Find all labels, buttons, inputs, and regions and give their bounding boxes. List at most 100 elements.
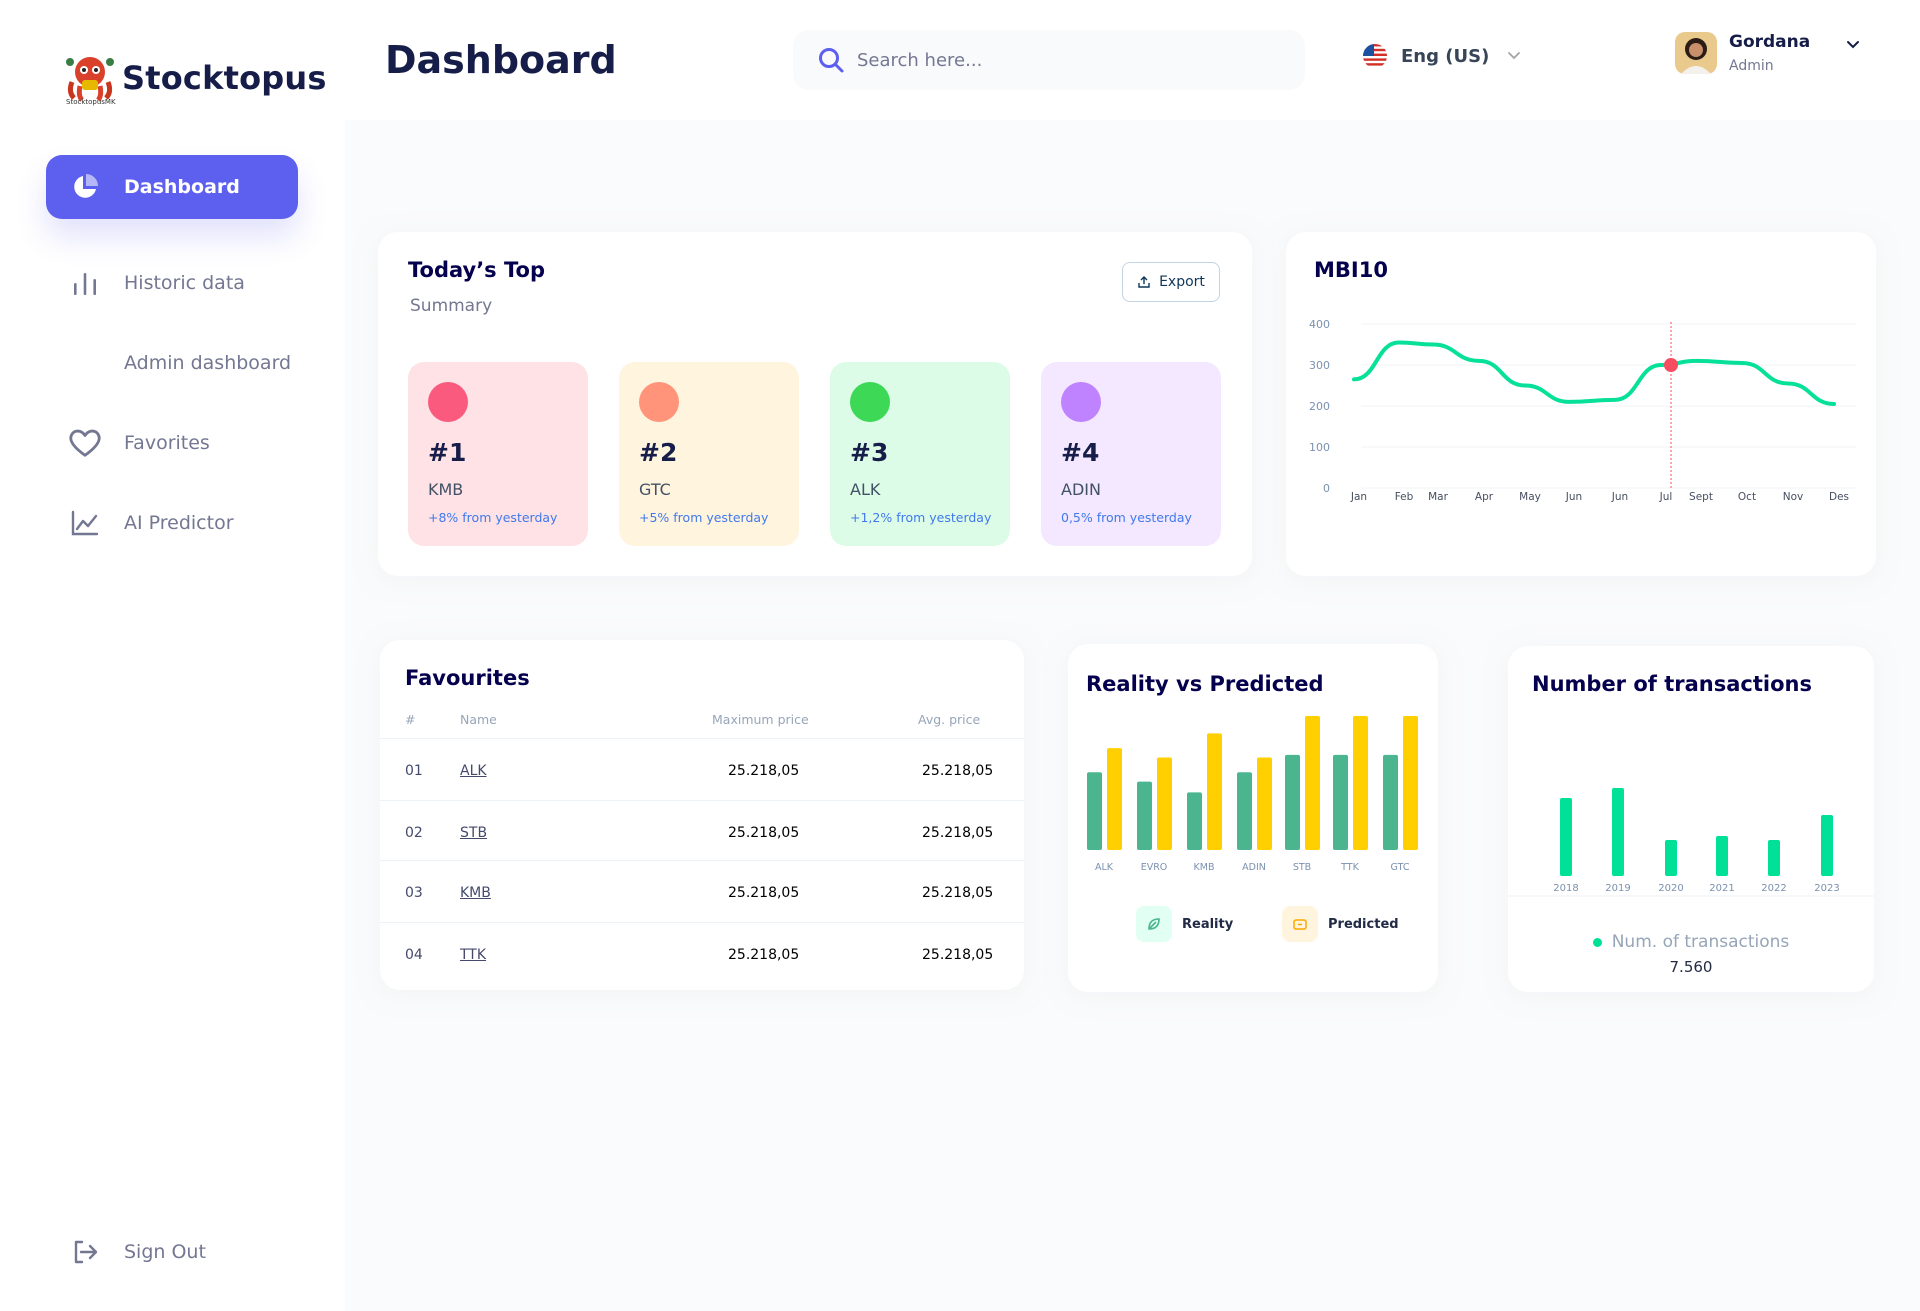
- language-label: Eng (US): [1401, 45, 1490, 67]
- stock-name: ALK: [850, 480, 881, 499]
- stock-delta: 0,5% from yesterday: [1061, 510, 1192, 525]
- mbi10-card: MBI10 0 100 200 300 400 Jan Feb Mar Apr May Jun Jun…: [1286, 232, 1876, 576]
- bar-predicted[interactable]: [1157, 757, 1172, 850]
- sidebar-item-dashboard[interactable]: Dashboard: [46, 155, 298, 219]
- x-tick-label: 2020: [1658, 883, 1683, 894]
- y-tick-label: 300: [1309, 359, 1330, 372]
- stock-link[interactable]: ALK: [460, 763, 487, 779]
- sign-out-button[interactable]: Sign Out: [46, 1220, 298, 1284]
- stock-link[interactable]: TTK: [460, 947, 486, 963]
- bar-transactions[interactable]: [1821, 815, 1833, 876]
- heart-icon: [68, 426, 102, 460]
- avg-price: 25.218,05: [922, 885, 994, 901]
- stock-dot-icon: [639, 382, 679, 422]
- column-header-avg-price: Avg. price: [918, 712, 981, 727]
- transactions-card: Number of transactions 2018 2019 2020 2021 2…: [1508, 646, 1874, 992]
- top-header: Dashboard Eng (US): [345, 0, 1920, 120]
- bar-predicted[interactable]: [1305, 716, 1320, 850]
- x-tick-label: 2023: [1814, 883, 1839, 894]
- search-input[interactable]: [857, 49, 1257, 71]
- stock-dot-icon: [1061, 382, 1101, 422]
- y-tick-label: 200: [1309, 400, 1330, 413]
- stock-name: KMB: [428, 480, 464, 499]
- mbi10-series-line: [1352, 340, 1836, 406]
- sidebar-item-label: Admin dashboard: [124, 352, 292, 374]
- bar-reality[interactable]: [1087, 772, 1102, 850]
- bar-reality[interactable]: [1187, 792, 1202, 850]
- bar-predicted[interactable]: [1207, 733, 1222, 850]
- export-button[interactable]: Export: [1122, 262, 1220, 302]
- stock-rank: #2: [639, 438, 678, 467]
- stock-delta: +5% from yesterday: [639, 510, 769, 525]
- sign-out-label: Sign Out: [124, 1241, 206, 1263]
- sign-out-icon: [68, 1235, 102, 1269]
- bar-reality[interactable]: [1137, 781, 1152, 850]
- page-title: Dashboard: [385, 38, 617, 82]
- sidebar-item-favorites[interactable]: Favorites: [46, 411, 298, 475]
- stock-link[interactable]: KMB: [460, 885, 491, 901]
- bar-reality[interactable]: [1237, 772, 1252, 850]
- brand-logo[interactable]: Stocktopus: [64, 52, 327, 104]
- top-stock-card[interactable]: #1 KMB +8% from yesterday: [408, 362, 588, 546]
- search-icon: [819, 48, 844, 73]
- bar-predicted[interactable]: [1257, 757, 1272, 850]
- top-stock-card[interactable]: #4 ADIN 0,5% from yesterday: [1041, 362, 1221, 546]
- stock-name: ADIN: [1061, 480, 1101, 499]
- stock-dot-icon: [428, 382, 468, 422]
- bar-predicted[interactable]: [1353, 716, 1368, 850]
- bar-transactions[interactable]: [1665, 840, 1677, 876]
- ticket-icon: [1282, 906, 1318, 942]
- x-tick-label: 2021: [1709, 883, 1734, 894]
- top-stock-card[interactable]: #3 ALK +1,2% from yesterday: [830, 362, 1010, 546]
- sidebar-item-historic-data[interactable]: Historic data: [46, 251, 298, 315]
- bar-transactions[interactable]: [1716, 836, 1728, 876]
- bar-predicted[interactable]: [1403, 716, 1418, 850]
- x-tick-label: Des: [1829, 491, 1849, 503]
- highlight-point[interactable]: [1664, 358, 1678, 372]
- stock-dot-icon: [850, 382, 890, 422]
- x-tick-label: GTC: [1391, 862, 1410, 873]
- table-row: 01 ALK 25.218,05 25.218,05: [380, 738, 1024, 798]
- x-tick-label: Jul: [1659, 491, 1673, 503]
- bar-predicted[interactable]: [1107, 748, 1122, 850]
- x-tick-label: Nov: [1783, 491, 1804, 503]
- row-number: 04: [405, 947, 423, 963]
- transactions-legend: Num. of transactions: [1508, 932, 1874, 952]
- card-title: Reality vs Predicted: [1086, 672, 1324, 696]
- legend-predicted: Predicted: [1282, 906, 1399, 942]
- mbi10-line-chart: 0 100 200 300 400 Jan Feb Mar Apr May Jun Jun Jul Sep…: [1309, 318, 1856, 503]
- x-tick-label: Apr: [1475, 491, 1494, 503]
- sidebar-item-admin-dashboard[interactable]: Admin dashboard: [46, 331, 298, 395]
- user-role: Admin: [1729, 58, 1774, 74]
- table-row: 02 STB 25.218,05 25.218,05: [380, 800, 1024, 860]
- bar-transactions[interactable]: [1768, 840, 1780, 876]
- sidebar-item-label: Favorites: [124, 432, 210, 454]
- max-price: 25.218,05: [728, 825, 800, 841]
- x-tick-label: Feb: [1395, 491, 1414, 503]
- stock-delta: +1,2% from yesterday: [850, 510, 992, 525]
- chevron-down-icon: [1508, 52, 1521, 60]
- max-price: 25.218,05: [728, 885, 800, 901]
- nav-icon-placeholder: [68, 346, 102, 380]
- user-menu[interactable]: Gordana Admin: [1675, 32, 1860, 74]
- y-tick-label: 400: [1309, 318, 1330, 331]
- card-title: Number of transactions: [1532, 672, 1812, 696]
- sidebar-item-label: AI Predictor: [124, 512, 234, 534]
- top-stock-card[interactable]: #2 GTC +5% from yesterday: [619, 362, 799, 546]
- bar-reality[interactable]: [1383, 754, 1398, 850]
- avg-price: 25.218,05: [922, 825, 994, 841]
- y-tick-label: 100: [1309, 441, 1330, 454]
- bar-transactions[interactable]: [1612, 788, 1624, 876]
- language-selector[interactable]: Eng (US): [1363, 44, 1521, 68]
- sidebar-item-ai-predictor[interactable]: AI Predictor: [46, 491, 298, 555]
- stock-link[interactable]: STB: [460, 825, 487, 841]
- x-tick-label: 2019: [1605, 883, 1630, 894]
- bar-transactions[interactable]: [1560, 798, 1572, 876]
- bar-reality[interactable]: [1285, 754, 1300, 850]
- search-bar[interactable]: [793, 30, 1305, 90]
- chevron-down-icon: [1847, 41, 1860, 49]
- x-tick-label: Jun: [1611, 491, 1628, 503]
- pie-chart-icon: [68, 170, 102, 204]
- x-tick-label: Jun: [1565, 491, 1582, 503]
- bar-reality[interactable]: [1333, 754, 1348, 850]
